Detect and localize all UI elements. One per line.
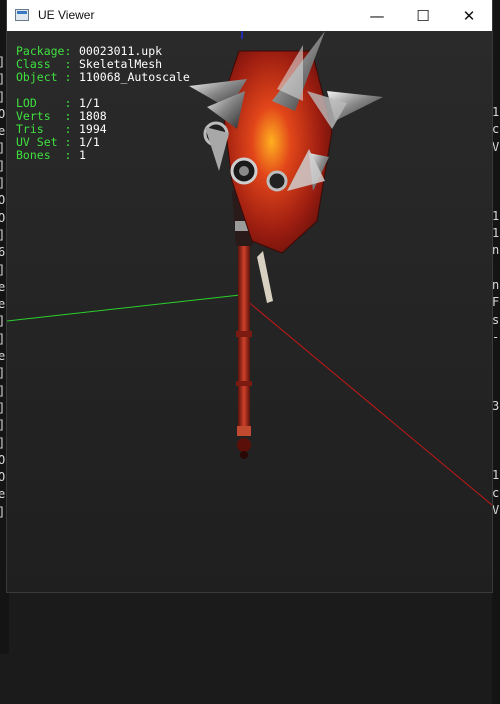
console-char — [492, 450, 500, 467]
console-char: 1 — [492, 105, 500, 119]
axis-x-line — [239, 294, 492, 506]
close-button[interactable]: ✕ — [446, 0, 492, 31]
background-console-right: 1cV11nnFs-31cV — [492, 0, 500, 704]
console-char — [492, 346, 500, 363]
console-char: V — [492, 139, 500, 154]
console-char: c — [492, 122, 500, 137]
info-value: 110068_Autoscale — [79, 70, 190, 84]
mace-shaft — [236, 231, 252, 459]
console-char: n — [492, 243, 500, 258]
console-char: n — [492, 277, 500, 292]
mesh-info-overlay: Package: 00023011.upk Class : SkeletalMesh… — [16, 45, 190, 162]
console-char — [492, 381, 500, 398]
info-row-object: Object : 110068_Autoscale — [16, 71, 190, 84]
console-char: 1 — [492, 468, 500, 483]
console-char: c — [492, 485, 500, 500]
console-char — [492, 190, 500, 207]
info-row-bones: Bones : 1 — [16, 149, 190, 162]
console-char — [492, 260, 500, 277]
window-title: UE Viewer — [38, 8, 95, 22]
console-char: 1 — [492, 226, 500, 241]
console-char — [492, 173, 500, 190]
console-char — [492, 156, 500, 173]
info-label: Object : — [16, 70, 72, 84]
console-char — [492, 363, 500, 380]
console-char: 1 — [492, 208, 500, 223]
console-char: - — [492, 329, 500, 344]
maximize-button[interactable]: ☐ — [400, 0, 446, 31]
console-char: F — [492, 295, 500, 310]
console-char — [492, 433, 500, 450]
3d-viewport[interactable]: Package: 00023011.upk Class : SkeletalMesh… — [7, 31, 492, 592]
title-bar[interactable]: UE Viewer — ☐ ✕ — [7, 0, 492, 31]
console-char: V — [492, 502, 500, 517]
axis-y-line — [7, 294, 241, 322]
console-char — [492, 415, 500, 432]
minimize-button[interactable]: — — [354, 0, 400, 31]
mace-head — [203, 50, 333, 254]
ue-viewer-window: UE Viewer — ☐ ✕ Package: 00023011.upk Cl… — [7, 0, 492, 592]
console-char: s — [492, 312, 500, 327]
info-value: 1 — [79, 148, 86, 162]
app-icon — [15, 9, 29, 21]
info-label: Bones : — [16, 148, 72, 162]
console-char: 3 — [492, 399, 500, 414]
